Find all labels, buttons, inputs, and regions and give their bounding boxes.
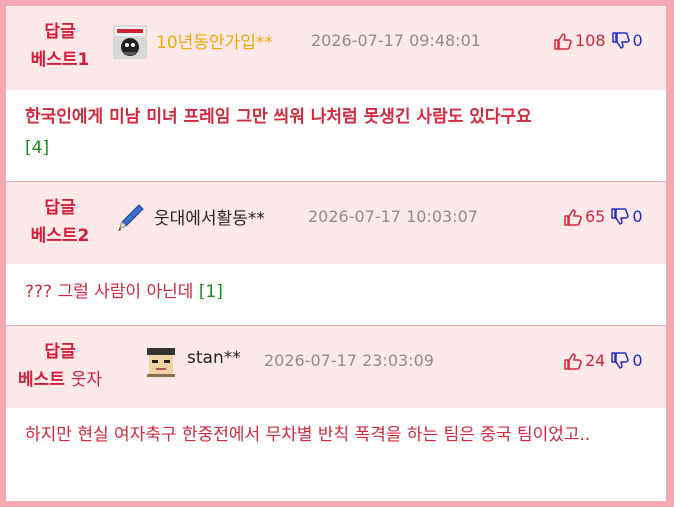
rank-top-text: 답글	[44, 342, 76, 362]
reply-count-link[interactable]: [1]	[199, 282, 223, 302]
comment-list: 답글 베스트1 10년동안가입** 2026-07-17 09:48:01 10…	[6, 6, 666, 501]
comment-header: 답글 베스트 웃자 stan** 2026-07-17 23:03:09 24	[6, 326, 666, 408]
avatar[interactable]	[113, 25, 147, 59]
thumbs-down-icon[interactable]	[611, 207, 630, 226]
vote-group: 24 0	[564, 351, 643, 370]
comment-body: 한국인에게 미남 미녀 프레임 그만 씌워 나처럼 못생긴 사람도 있다구요 […	[6, 102, 666, 172]
thumbs-up-icon[interactable]	[554, 32, 572, 50]
comment-body: 하지만 현실 여자축구 한중전에서 무차별 반칙 폭격을 하는 팀은 중국 팀이…	[6, 420, 666, 490]
best-rank-label: 답글 베스트2	[6, 194, 114, 250]
best-rank-label: 답글 베스트1	[6, 18, 114, 74]
vote-group: 65 0	[564, 207, 643, 226]
rank-suffix-text: 웃자	[70, 370, 103, 390]
pen-avatar-icon[interactable]	[113, 201, 147, 235]
comment-text: 한국인에게 미남 미녀 프레임 그만 씌워 나처럼 못생긴 사람도 있다구요	[25, 107, 532, 127]
rank-bottom-text: 베스트2	[30, 226, 90, 246]
rank-bottom-text: 베스트	[17, 370, 65, 390]
rank-top-text: 답글	[44, 198, 76, 218]
comment-body: ??? 그럴 사람이 아닌데 [1]	[6, 277, 666, 317]
like-count: 24	[585, 351, 606, 370]
thumbs-up-icon[interactable]	[564, 352, 582, 370]
comment-header: 답글 베스트2 웃대에서활동** 2026-07-17 10:03:07 65 …	[6, 182, 666, 264]
like-count: 108	[575, 31, 606, 50]
nickname[interactable]: stan**	[187, 348, 241, 368]
thumbs-down-icon[interactable]	[611, 351, 630, 370]
like-count: 65	[585, 207, 606, 226]
reply-count-link[interactable]: [4]	[25, 138, 49, 158]
dislike-count: 0	[632, 351, 643, 370]
rank-top-text: 답글	[44, 22, 76, 42]
best-rank-label: 답글 베스트 웃자	[6, 338, 114, 394]
comment-text: ??? 그럴 사람이 아닌데	[25, 282, 194, 302]
comment-date: 2026-07-17 09:48:01	[311, 31, 481, 50]
comment-header: 답글 베스트1 10년동안가입** 2026-07-17 09:48:01 10…	[6, 6, 666, 90]
vote-group: 108 0	[554, 31, 643, 50]
rank-bottom-text: 베스트1	[30, 50, 90, 70]
comment-date: 2026-07-17 23:03:09	[264, 351, 434, 370]
comment-text: 하지만 현실 여자축구 한중전에서 무차별 반칙 폭격을 하는 팀은 중국 팀이…	[25, 425, 591, 445]
nickname[interactable]: 10년동안가입**	[156, 28, 273, 53]
comment-date: 2026-07-17 10:03:07	[308, 207, 478, 226]
nickname[interactable]: 웃대에서활동**	[154, 204, 265, 229]
thumbs-down-icon[interactable]	[611, 31, 630, 50]
avatar[interactable]	[144, 345, 178, 379]
dislike-count: 0	[632, 207, 643, 226]
thumbs-up-icon[interactable]	[564, 208, 582, 226]
dislike-count: 0	[632, 31, 643, 50]
